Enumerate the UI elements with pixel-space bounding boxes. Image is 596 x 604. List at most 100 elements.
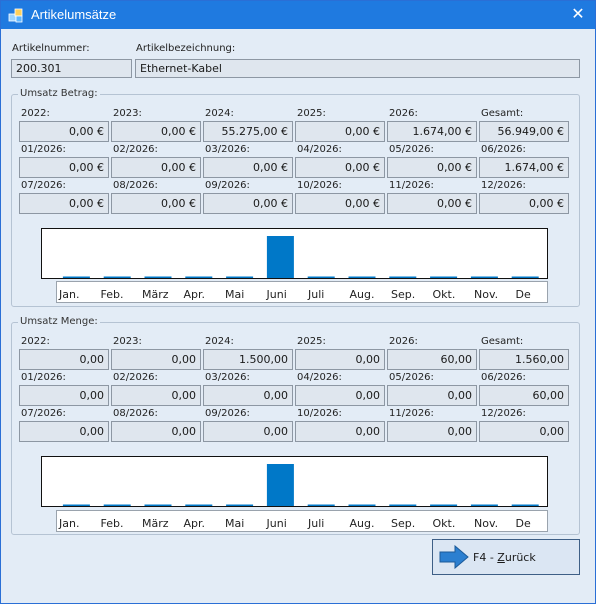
- quantity-bar-Juni: [266, 464, 294, 506]
- quantity-months2-label: 08/2026:: [113, 408, 158, 419]
- amount-years-label: 2025:: [297, 108, 326, 119]
- quantity-years-label: 2025:: [297, 336, 326, 347]
- back-button[interactable]: F4 - Zurück: [432, 539, 580, 575]
- amount-tick-label: Okt.: [432, 288, 456, 301]
- amount-years-field[interactable]: 0,00 €: [111, 121, 201, 142]
- amount-years-field[interactable]: 0,00 €: [295, 121, 385, 142]
- quantity-bar-Apr.: [185, 504, 213, 506]
- amount-years-label: 2024:: [205, 108, 234, 119]
- amount-years-field[interactable]: 0,00 €: [19, 121, 109, 142]
- quantity-bar-Jan.: [62, 504, 90, 506]
- amount-months1-field[interactable]: 0,00 €: [295, 157, 385, 178]
- amount-months2-field[interactable]: 0,00 €: [387, 193, 477, 214]
- amount-bar-Nov.: [470, 276, 498, 278]
- sales-amount-title: Umsatz Betrag:: [18, 88, 100, 99]
- quantity-years-field[interactable]: 0,00: [19, 349, 109, 370]
- amount-months2-label: 10/2026:: [297, 180, 342, 191]
- amount-years-field[interactable]: 1.674,00 €: [387, 121, 477, 142]
- quantity-months1-field[interactable]: 60,00: [479, 385, 569, 406]
- quantity-months2-field[interactable]: 0,00: [203, 421, 293, 442]
- amount-months2-field[interactable]: 0,00 €: [203, 193, 293, 214]
- amount-months2-field[interactable]: 0,00 €: [295, 193, 385, 214]
- amount-months1-field[interactable]: 0,00 €: [387, 157, 477, 178]
- quantity-years-field[interactable]: 60,00: [387, 349, 477, 370]
- sales-quantity-chart-svg: [62, 464, 539, 506]
- amount-years-field[interactable]: 56.949,00 €: [479, 121, 569, 142]
- quantity-bar-Feb.: [103, 504, 131, 506]
- amount-years-label: 2026:: [389, 108, 418, 119]
- sales-quantity-chart: [41, 456, 548, 507]
- amount-months2-field[interactable]: 0,00 €: [111, 193, 201, 214]
- amount-months1-field[interactable]: 1.674,00 €: [479, 157, 569, 178]
- quantity-years-field[interactable]: 0,00: [295, 349, 385, 370]
- amount-bar-Aug.: [348, 276, 376, 278]
- amount-months1-field[interactable]: 0,00 €: [111, 157, 201, 178]
- close-icon[interactable]: ✕: [567, 4, 589, 26]
- quantity-years-field[interactable]: 1.500,00: [203, 349, 293, 370]
- quantity-months1-field[interactable]: 0,00: [387, 385, 477, 406]
- amount-bar-Apr.: [185, 276, 213, 278]
- arrow-right-icon: [439, 545, 469, 569]
- article-name-field[interactable]: Ethernet-Kabel: [135, 59, 580, 78]
- window-title: Artikelumsätze: [31, 7, 117, 22]
- amount-months1-label: 01/2026:: [21, 144, 66, 155]
- quantity-months2-field[interactable]: 0,00: [19, 421, 109, 442]
- quantity-tick-label: Aug.: [349, 517, 375, 530]
- amount-tick-label: März: [142, 288, 169, 301]
- amount-bar-Mai: [226, 276, 254, 278]
- quantity-months1-field[interactable]: 0,00: [203, 385, 293, 406]
- quantity-tick-label: Mai: [225, 517, 245, 530]
- amount-tick-label: Aug.: [349, 288, 375, 301]
- amount-tick-label: Apr.: [183, 288, 206, 301]
- quantity-bar-De: [511, 504, 539, 506]
- quantity-months1-label: 05/2026:: [389, 372, 434, 383]
- article-number-label: Artikelnummer:: [12, 43, 90, 54]
- quantity-bar-Nov.: [470, 504, 498, 506]
- sales-quantity-axis: Jan. Feb. März Apr. Mai Juni Juli Aug. Sep. Okt. N…: [56, 510, 548, 532]
- amount-months2-field[interactable]: 0,00 €: [479, 193, 569, 214]
- quantity-months2-label: 09/2026:: [205, 408, 250, 419]
- quantity-tick-label: Juli: [308, 517, 325, 530]
- back-button-mnemonic: Z: [497, 551, 505, 564]
- article-number-field[interactable]: 200.301: [11, 59, 132, 78]
- quantity-months1-label: 02/2026:: [113, 372, 158, 383]
- amount-bar-De: [511, 276, 539, 278]
- amount-years-field[interactable]: 55.275,00 €: [203, 121, 293, 142]
- quantity-bar-Okt.: [430, 504, 458, 506]
- sales-amount-axis: Jan. Feb. März Apr. Mai Juni Juli Aug. Sep. Okt. N…: [56, 281, 548, 303]
- quantity-months1-field[interactable]: 0,00: [19, 385, 109, 406]
- quantity-years-field[interactable]: 0,00: [111, 349, 201, 370]
- quantity-tick-label: März: [142, 517, 169, 530]
- back-button-prefix: F4 -: [473, 551, 498, 564]
- quantity-months2-field[interactable]: 0,00: [387, 421, 477, 442]
- quantity-months1-field[interactable]: 0,00: [111, 385, 201, 406]
- quantity-tick-label: Okt.: [432, 517, 456, 530]
- quantity-months1-label: 04/2026:: [297, 372, 342, 383]
- amount-bar-Juni: [266, 236, 294, 278]
- quantity-years-field[interactable]: 1.560,00: [479, 349, 569, 370]
- quantity-months2-field[interactable]: 0,00: [111, 421, 201, 442]
- amount-months1-field[interactable]: 0,00 €: [19, 157, 109, 178]
- amount-months1-field[interactable]: 0,00 €: [203, 157, 293, 178]
- quantity-years-label: 2024:: [205, 336, 234, 347]
- back-button-rest: urück: [504, 551, 536, 564]
- amount-months2-label: 11/2026:: [389, 180, 434, 191]
- amount-tick-label: Feb.: [100, 288, 124, 301]
- amount-tick-label: Sep.: [391, 288, 416, 301]
- amount-bar-März: [144, 276, 172, 278]
- quantity-months1-field[interactable]: 0,00: [295, 385, 385, 406]
- amount-years-label: 2023:: [113, 108, 142, 119]
- amount-months1-label: 04/2026:: [297, 144, 342, 155]
- quantity-bar-Juli: [307, 504, 335, 506]
- amount-months1-label: 02/2026:: [113, 144, 158, 155]
- quantity-months2-label: 10/2026:: [297, 408, 342, 419]
- quantity-bar-Aug.: [348, 504, 376, 506]
- quantity-months2-field[interactable]: 0,00: [295, 421, 385, 442]
- amount-bar-Sep.: [389, 276, 417, 278]
- amount-months2-field[interactable]: 0,00 €: [19, 193, 109, 214]
- amount-months2-label: 08/2026:: [113, 180, 158, 191]
- quantity-tick-label: Nov.: [474, 517, 499, 530]
- quantity-tick-label: Sep.: [391, 517, 416, 530]
- amount-years-label: Gesamt:: [481, 108, 524, 119]
- quantity-months2-field[interactable]: 0,00: [479, 421, 569, 442]
